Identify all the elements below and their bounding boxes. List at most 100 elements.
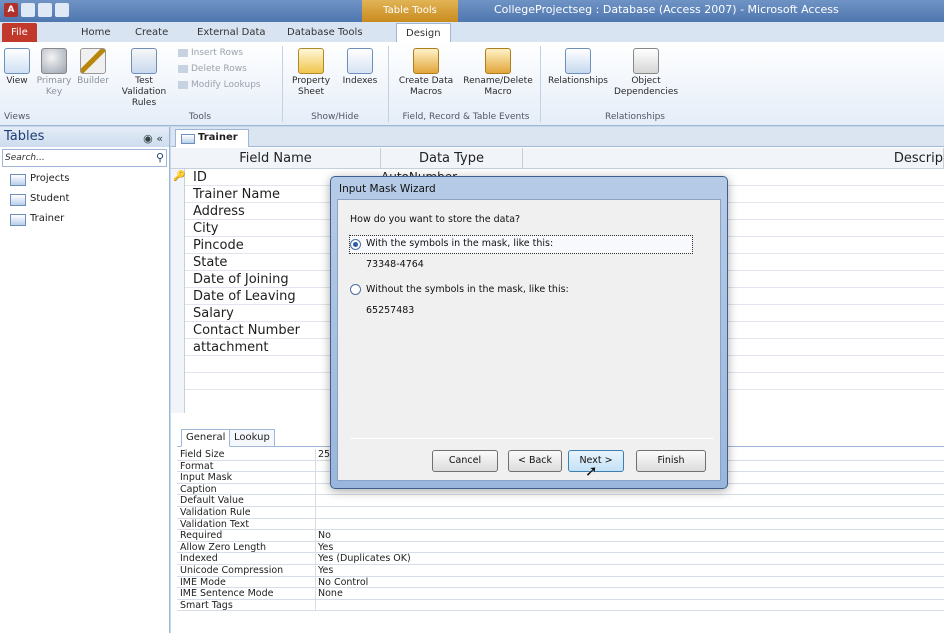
property-row[interactable]: Default Value bbox=[177, 495, 944, 507]
view-button[interactable]: View bbox=[2, 48, 32, 87]
tab-lookup[interactable]: Lookup bbox=[229, 429, 275, 447]
relationships-label: Relationships bbox=[548, 76, 608, 86]
field-name-cell[interactable]: City bbox=[193, 221, 218, 236]
object-dependencies-label: Object Dependencies bbox=[614, 76, 679, 97]
relationships-button[interactable]: Relationships bbox=[546, 48, 610, 87]
property-row[interactable]: Validation Text bbox=[177, 518, 944, 531]
nav-item-projects[interactable]: Projects bbox=[0, 169, 169, 189]
table-tools-context-label: Table Tools bbox=[362, 0, 458, 22]
property-value[interactable]: Yes bbox=[315, 541, 935, 553]
tab-design[interactable]: Design bbox=[396, 23, 451, 42]
ribbon-group-separator bbox=[388, 46, 389, 122]
back-button[interactable]: < Back bbox=[508, 450, 562, 472]
property-value[interactable] bbox=[315, 507, 935, 518]
nav-pane-menu-icon[interactable]: ◉ « bbox=[143, 129, 163, 149]
test-validation-label: Test Validation Rules bbox=[121, 76, 167, 108]
customize-qat-icon[interactable] bbox=[55, 3, 69, 17]
save-icon[interactable] bbox=[21, 3, 35, 17]
tab-home[interactable]: Home bbox=[72, 23, 120, 42]
property-value[interactable]: Yes (Duplicates OK) bbox=[315, 553, 935, 565]
field-name-cell[interactable]: Contact Number bbox=[193, 323, 300, 338]
input-mask-wizard-dialog: Input Mask Wizard How do you want to sto… bbox=[330, 176, 728, 489]
property-value[interactable]: Yes bbox=[315, 565, 935, 576]
property-row[interactable]: Validation Rule bbox=[177, 507, 944, 519]
property-row[interactable]: Allow Zero Length Yes bbox=[177, 541, 944, 554]
property-value[interactable] bbox=[315, 495, 935, 507]
access-app-icon[interactable]: A bbox=[4, 3, 18, 17]
property-value[interactable] bbox=[315, 518, 935, 530]
tab-file[interactable]: File bbox=[2, 23, 37, 42]
column-header-data-type[interactable]: Data Type bbox=[381, 148, 523, 169]
tab-create[interactable]: Create bbox=[126, 23, 177, 42]
indexes-label: Indexes bbox=[342, 76, 378, 86]
tab-general[interactable]: General bbox=[181, 429, 231, 447]
property-value[interactable] bbox=[315, 599, 935, 611]
quick-access-toolbar: A bbox=[4, 3, 69, 17]
field-name-cell[interactable]: Address bbox=[193, 204, 245, 219]
tab-database-tools[interactable]: Database Tools bbox=[278, 23, 372, 42]
create-data-macros-label: Create Data Macros bbox=[398, 76, 454, 97]
test-validation-rules-button[interactable]: Test Validation Rules bbox=[114, 48, 174, 109]
property-key: Unicode Compression bbox=[180, 565, 284, 576]
title-bar: A Table Tools CollegeProjectseg : Databa… bbox=[0, 0, 944, 22]
property-sheet-icon bbox=[298, 48, 324, 74]
mouse-pointer-icon: ➚ bbox=[585, 462, 598, 480]
column-header-description[interactable]: Descrip bbox=[523, 148, 944, 169]
nav-item-student[interactable]: Student bbox=[0, 189, 169, 209]
field-name-cell[interactable]: Pincode bbox=[193, 238, 244, 253]
property-key: Required bbox=[180, 530, 223, 542]
nav-pane-header[interactable]: Tables ◉ « bbox=[0, 127, 169, 147]
property-row[interactable]: Indexed Yes (Duplicates OK) bbox=[177, 553, 944, 565]
navigation-pane: Tables ◉ « Search... ⚲ Projects Student … bbox=[0, 127, 170, 633]
property-sheet-button[interactable]: Property Sheet bbox=[288, 48, 334, 98]
nav-item-trainer[interactable]: Trainer bbox=[0, 209, 169, 229]
delete-rows-button[interactable]: Delete Rows bbox=[178, 64, 247, 74]
insert-rows-button[interactable]: Insert Rows bbox=[178, 48, 243, 58]
nav-pane-title: Tables bbox=[4, 129, 45, 144]
property-value[interactable]: None bbox=[315, 588, 935, 600]
primary-key-button[interactable]: Primary Key bbox=[36, 48, 72, 98]
builder-label: Builder bbox=[77, 76, 109, 86]
property-row[interactable]: IME Sentence Mode None bbox=[177, 588, 944, 600]
rename-delete-macro-button[interactable]: Rename/Delete Macro bbox=[462, 48, 534, 98]
nav-search-input[interactable]: Search... ⚲ bbox=[2, 149, 167, 167]
undo-icon[interactable] bbox=[38, 3, 52, 17]
property-value[interactable]: No Control bbox=[315, 576, 935, 588]
option-without-symbols-radio[interactable]: Without the symbols in the mask, like th… bbox=[350, 284, 569, 295]
option-with-symbols-radio[interactable]: With the symbols in the mask, like this: bbox=[349, 235, 693, 254]
relationships-icon bbox=[565, 48, 591, 74]
property-key: Input Mask bbox=[180, 472, 233, 484]
field-name-cell[interactable]: State bbox=[193, 255, 227, 270]
finish-button[interactable]: Finish bbox=[636, 450, 706, 472]
field-name-cell[interactable]: Trainer Name bbox=[193, 187, 280, 202]
radio-unselected-icon[interactable] bbox=[350, 284, 361, 295]
field-name-cell[interactable]: Date of Leaving bbox=[193, 289, 296, 304]
property-row[interactable]: Unicode Compression Yes bbox=[177, 565, 944, 577]
property-row[interactable]: Required No bbox=[177, 530, 944, 542]
property-row[interactable]: IME Mode No Control bbox=[177, 576, 944, 589]
field-name-cell[interactable]: attachment bbox=[193, 340, 269, 355]
field-name-cell[interactable]: Salary bbox=[193, 306, 234, 321]
field-name-cell[interactable]: Date of Joining bbox=[193, 272, 289, 287]
radio-selected-icon[interactable] bbox=[350, 239, 361, 250]
window-title: CollegeProjectseg : Database (Access 200… bbox=[494, 3, 839, 16]
property-row[interactable]: Smart Tags bbox=[177, 599, 944, 612]
object-dependencies-button[interactable]: Object Dependencies bbox=[614, 48, 678, 98]
cancel-button[interactable]: Cancel bbox=[432, 450, 498, 472]
tab-external-data[interactable]: External Data bbox=[188, 23, 275, 42]
option-with-symbols-label: With the symbols in the mask, like this: bbox=[366, 238, 554, 249]
property-value[interactable]: No bbox=[315, 530, 935, 542]
create-data-macros-button[interactable]: Create Data Macros bbox=[394, 48, 458, 98]
group-label-field-record-events: Field, Record & Table Events bbox=[402, 112, 530, 122]
row-selector-column[interactable]: 🔑 bbox=[171, 169, 185, 413]
search-icon[interactable]: ⚲ bbox=[156, 150, 164, 166]
builder-button[interactable]: Builder bbox=[76, 48, 110, 87]
field-name-cell[interactable]: ID bbox=[193, 170, 207, 185]
modify-lookups-button[interactable]: Modify Lookups bbox=[178, 80, 261, 90]
tab-trainer[interactable]: Trainer bbox=[175, 129, 249, 147]
column-header-field-name[interactable]: Field Name bbox=[171, 148, 381, 169]
property-sheet-label: Property Sheet bbox=[291, 76, 331, 97]
view-label: View bbox=[6, 76, 28, 86]
indexes-button[interactable]: Indexes bbox=[338, 48, 382, 87]
ribbon-group-separator bbox=[282, 46, 283, 122]
